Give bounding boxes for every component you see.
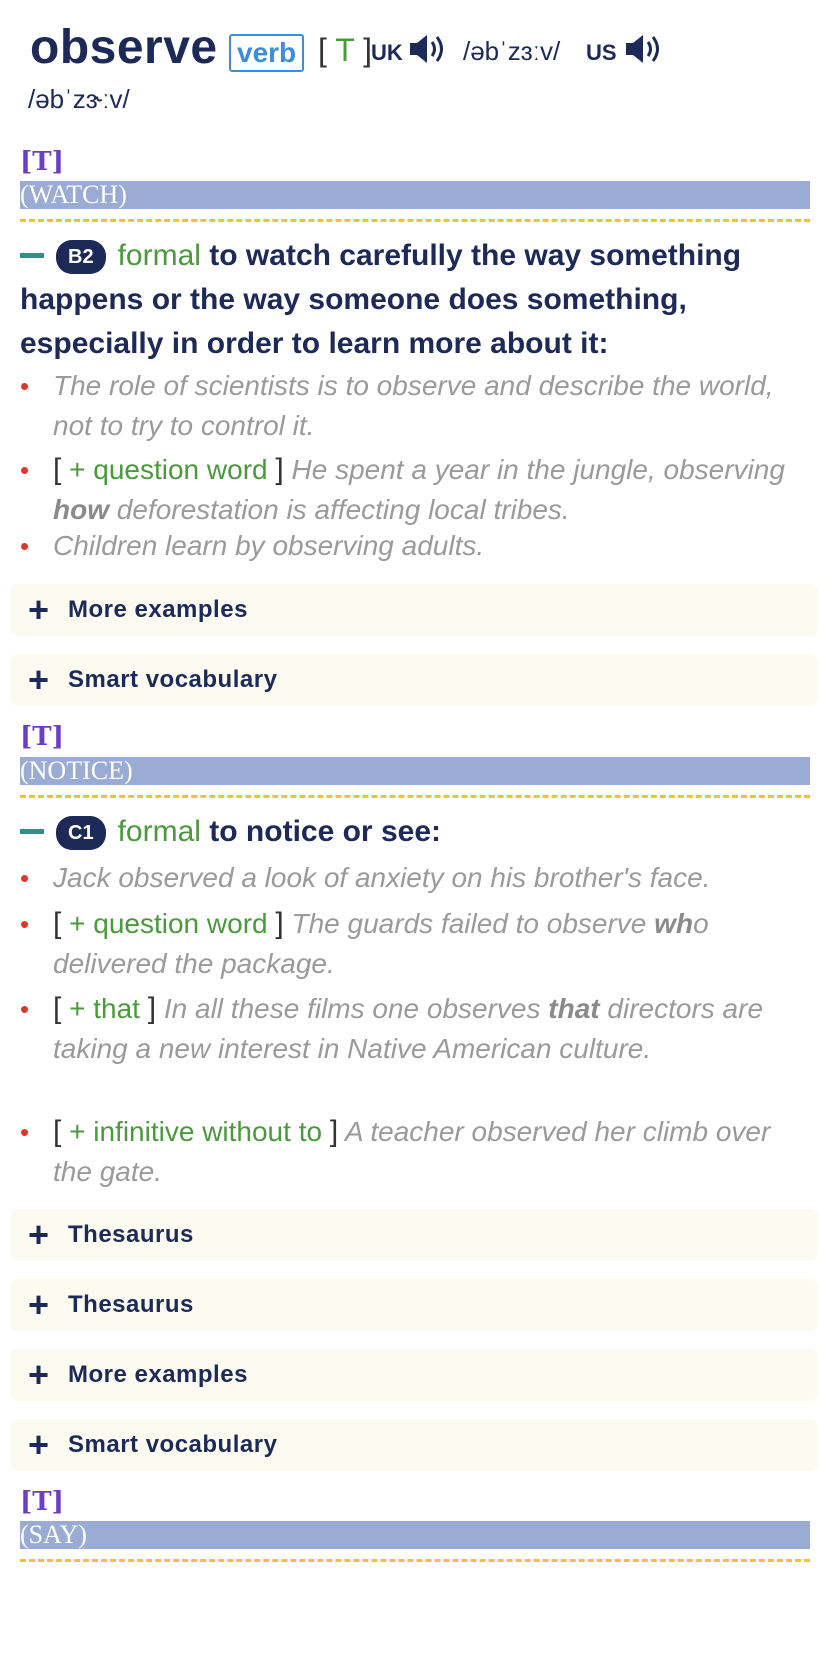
example-emphasis: that bbox=[548, 993, 600, 1024]
dashed-divider bbox=[20, 1559, 810, 1562]
grammar-pattern: + question word bbox=[69, 454, 268, 485]
accordion-label: More examples bbox=[68, 1361, 248, 1388]
example-item: • [ + question word ] He spent a year in… bbox=[20, 450, 810, 530]
bullet-icon: • bbox=[20, 371, 30, 401]
bullet-icon: • bbox=[20, 455, 30, 485]
uk-speaker-icon[interactable] bbox=[408, 32, 448, 71]
plus-icon: + bbox=[28, 589, 50, 630]
uk-label: UK bbox=[371, 40, 403, 65]
accordion-label: Thesaurus bbox=[68, 1291, 194, 1318]
guideword-say: (SAY) bbox=[20, 1521, 810, 1549]
accordion-more-examples[interactable]: + More examples bbox=[10, 1349, 818, 1401]
accordion-label: Smart vocabulary bbox=[68, 1431, 278, 1458]
bullet-icon: • bbox=[20, 863, 30, 893]
register-label: formal bbox=[117, 815, 201, 848]
example-text: In all these films one observes bbox=[163, 993, 549, 1024]
bullet-icon: • bbox=[20, 994, 30, 1024]
grammar-pattern: + infinitive without to bbox=[69, 1116, 323, 1147]
dashed-divider bbox=[20, 219, 810, 222]
bracket-close: ] bbox=[275, 453, 284, 486]
example-emphasis: how bbox=[53, 494, 109, 525]
example-item: • [ + question word ] The guards failed … bbox=[20, 904, 810, 984]
sense-grammar-label: [T] bbox=[20, 147, 64, 177]
guideword-notice: (NOTICE) bbox=[20, 757, 810, 785]
bullet-icon: • bbox=[20, 909, 30, 939]
bracket-open: [ bbox=[53, 992, 62, 1025]
example-emphasis: wh bbox=[654, 908, 694, 939]
plus-icon: + bbox=[28, 1354, 50, 1395]
collapse-dash-icon[interactable] bbox=[20, 828, 44, 834]
plus-icon: + bbox=[28, 1424, 50, 1465]
accordion-smart-vocabulary[interactable]: + Smart vocabulary bbox=[10, 1419, 818, 1471]
headword: observe bbox=[30, 21, 218, 74]
example-text: Children learn by observing adults. bbox=[53, 530, 485, 561]
bracket-open: [ bbox=[53, 1115, 62, 1148]
cefr-level-badge: C1 bbox=[56, 816, 106, 851]
bullet-icon: • bbox=[20, 1117, 30, 1147]
plus-icon: + bbox=[28, 1214, 50, 1255]
grammar-pattern: + question word bbox=[69, 908, 268, 939]
part-of-speech-badge[interactable]: verb bbox=[229, 34, 305, 72]
bullet-icon: • bbox=[20, 531, 30, 561]
grammar-code-value: T bbox=[335, 32, 355, 68]
accordion-more-examples[interactable]: + More examples bbox=[10, 584, 818, 636]
example-text: He spent a year in the jungle, observing bbox=[291, 454, 785, 485]
accordion-label: More examples bbox=[68, 596, 248, 623]
example-item: • [ + that ] In all these films one obse… bbox=[20, 989, 810, 1069]
example-item: • Children learn by observing adults. bbox=[20, 526, 810, 566]
accordion-label: Thesaurus bbox=[68, 1221, 194, 1248]
accordion-thesaurus[interactable]: + Thesaurus bbox=[10, 1279, 818, 1331]
cefr-level-badge: B2 bbox=[56, 240, 106, 275]
guideword-watch: (WATCH) bbox=[20, 181, 810, 209]
example-text-end: deforestation is affecting local tribes. bbox=[109, 494, 570, 525]
dashed-divider bbox=[20, 795, 810, 798]
example-text: The guards failed to observe bbox=[291, 908, 655, 939]
sense-grammar-label: [T] bbox=[20, 722, 64, 752]
sense-grammar-label: [T] bbox=[20, 1487, 64, 1517]
register-label: formal bbox=[117, 239, 201, 272]
bracket-close: ] bbox=[275, 907, 284, 940]
example-item: • [ + infinitive without to ] A teacher … bbox=[20, 1112, 810, 1192]
us-speaker-icon[interactable] bbox=[624, 32, 664, 71]
accordion-thesaurus[interactable]: + Thesaurus bbox=[10, 1209, 818, 1261]
uk-pronunciation: /əbˈzɜːv/ bbox=[463, 36, 561, 66]
definition: C1 formal to notice or see: bbox=[20, 810, 810, 854]
bracket-open: [ bbox=[53, 453, 62, 486]
definition-text: to notice or see: bbox=[209, 815, 441, 848]
accordion-smart-vocabulary[interactable]: + Smart vocabulary bbox=[10, 654, 818, 706]
example-item: • The role of scientists is to observe a… bbox=[20, 366, 810, 446]
bracket-close: ] bbox=[329, 1115, 339, 1148]
bracket-open: [ bbox=[53, 907, 62, 940]
definition: B2 formal to watch carefully the way some… bbox=[20, 234, 810, 366]
example-item: • Jack observed a look of anxiety on his… bbox=[20, 858, 810, 898]
collapse-dash-icon[interactable] bbox=[20, 252, 44, 258]
plus-icon: + bbox=[28, 659, 50, 700]
grammar-pattern: + that bbox=[69, 993, 140, 1024]
bracket-close: ] bbox=[147, 992, 157, 1025]
grammar-code: [ T ] bbox=[318, 32, 372, 68]
us-pronunciation: /əbˈzɝːv/ bbox=[28, 84, 130, 114]
plus-icon: + bbox=[28, 1284, 50, 1325]
us-label: US bbox=[586, 40, 617, 65]
example-text: The role of scientists is to observe and… bbox=[53, 370, 774, 441]
accordion-label: Smart vocabulary bbox=[68, 666, 278, 693]
example-text: Jack observed a look of anxiety on his b… bbox=[53, 862, 711, 893]
